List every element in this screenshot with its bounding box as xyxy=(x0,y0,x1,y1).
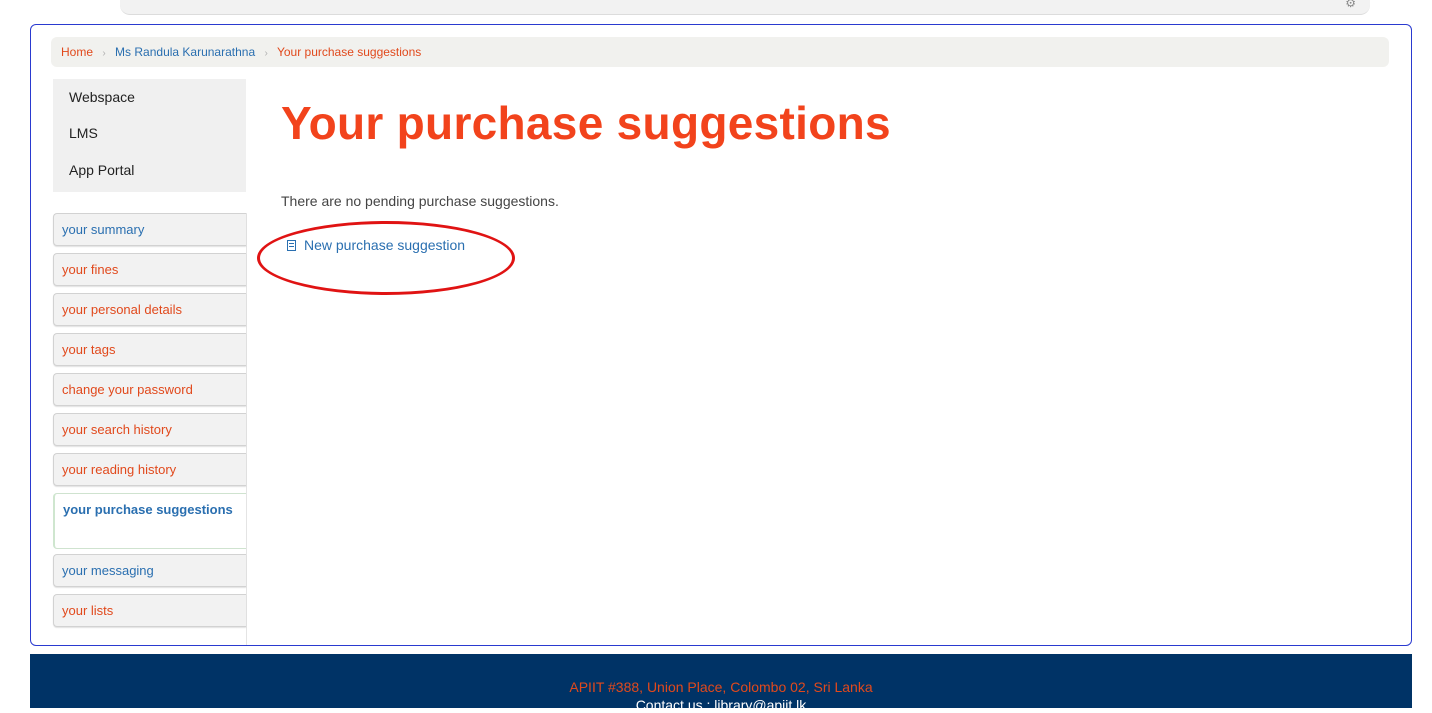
breadcrumb-separator: › xyxy=(102,48,106,59)
nav-your-fines[interactable]: your fines xyxy=(53,253,246,286)
breadcrumb-user[interactable]: Ms Randula Karunarathna xyxy=(115,45,255,59)
nav-your-summary[interactable]: your summary xyxy=(53,213,246,246)
document-icon xyxy=(287,239,296,251)
link-lms[interactable]: LMS xyxy=(53,115,246,152)
nav-your-personal-details[interactable]: your personal details xyxy=(53,293,246,326)
footer: APIIT #388, Union Place, Colombo 02, Sri… xyxy=(30,654,1412,713)
breadcrumb-separator: › xyxy=(264,48,268,59)
user-nav: your summary your fines your personal de… xyxy=(53,213,247,645)
nav-change-your-password[interactable]: change your password xyxy=(53,373,246,406)
nav-your-reading-history[interactable]: your reading history xyxy=(53,453,246,486)
nav-your-search-history[interactable]: your search history xyxy=(53,413,246,446)
new-purchase-suggestion-link[interactable]: New purchase suggestion xyxy=(287,237,465,253)
page-title: Your purchase suggestions xyxy=(281,97,891,149)
nav-your-messaging[interactable]: your messaging xyxy=(53,554,246,587)
nav-your-purchase-suggestions[interactable]: your purchase suggestions xyxy=(53,493,246,549)
breadcrumb: Home › Ms Randula Karunarathna › Your pu… xyxy=(51,37,1389,67)
no-pending-message: There are no pending purchase suggestion… xyxy=(281,193,559,209)
annotation-circle xyxy=(257,221,515,295)
link-webspace[interactable]: Webspace xyxy=(53,79,246,115)
nav-your-tags[interactable]: your tags xyxy=(53,333,246,366)
link-app-portal[interactable]: App Portal xyxy=(53,152,246,189)
breadcrumb-current: Your purchase suggestions xyxy=(276,45,422,59)
footer-contact[interactable]: Contact us : library@apiit.lk xyxy=(30,697,1412,713)
settings-icon[interactable]: ⚙ xyxy=(1345,0,1356,10)
browser-top-bar: ⚙ xyxy=(120,0,1370,15)
main-panel: Home › Ms Randula Karunarathna › Your pu… xyxy=(30,24,1412,646)
main-content: Your purchase suggestions xyxy=(281,97,891,149)
new-purchase-suggestion-label: New purchase suggestion xyxy=(304,237,466,253)
breadcrumb-home[interactable]: Home xyxy=(61,45,93,59)
nav-your-lists[interactable]: your lists xyxy=(53,594,246,627)
footer-address: APIIT #388, Union Place, Colombo 02, Sri… xyxy=(569,679,873,695)
external-links: Webspace LMS App Portal xyxy=(53,79,246,192)
